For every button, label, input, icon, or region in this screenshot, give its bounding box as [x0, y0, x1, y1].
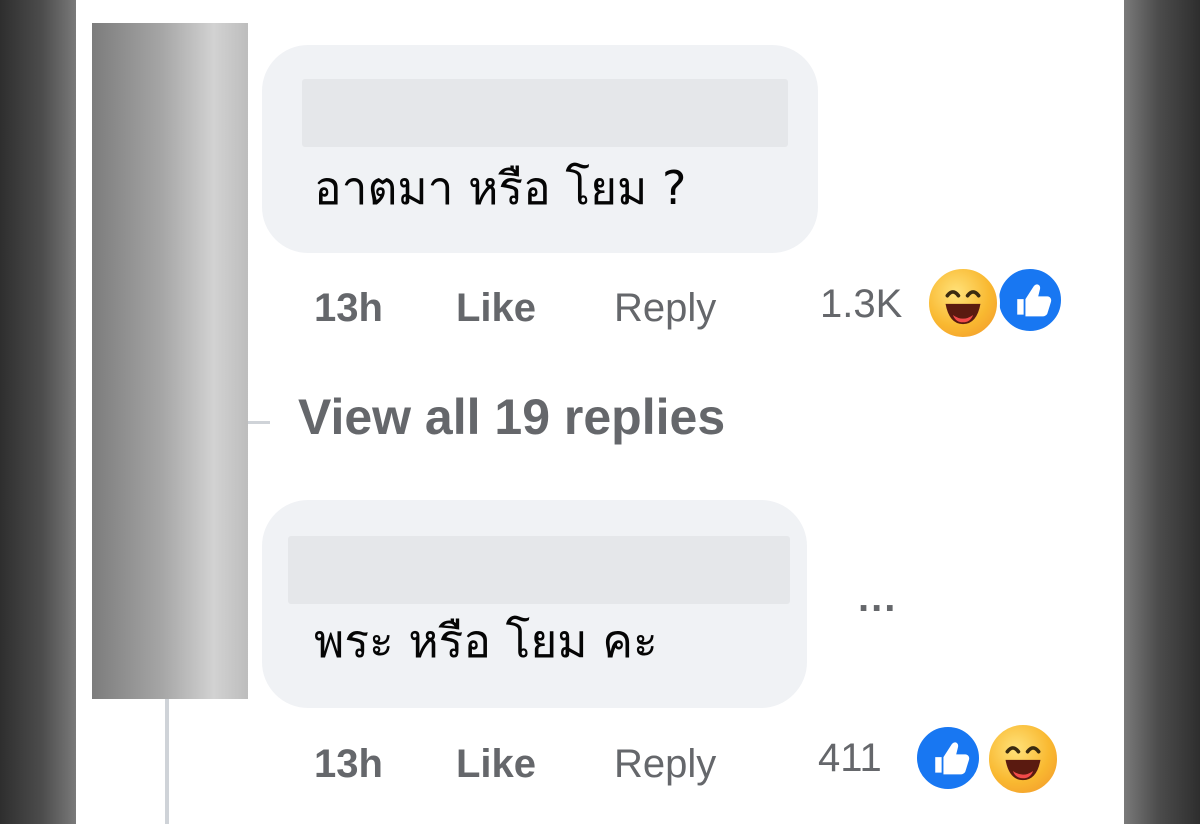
like-button[interactable]: Like: [456, 744, 536, 784]
more-options-button[interactable]: ...: [858, 578, 897, 618]
background-right-edge: [1124, 0, 1200, 824]
commenter-name[interactable]: [302, 79, 788, 147]
comment-text: อาตมา หรือ โยม ?: [314, 161, 687, 215]
like-button[interactable]: Like: [456, 288, 536, 328]
avatar[interactable]: [92, 23, 248, 699]
comment-bubble: อาตมา หรือ โยม ?: [262, 45, 818, 253]
comment-timestamp[interactable]: 13h: [314, 288, 383, 328]
haha-icon: [986, 722, 1060, 796]
reaction-count[interactable]: 411: [818, 738, 882, 778]
like-icon: [914, 724, 982, 792]
thread-connector: [248, 421, 270, 424]
reply-button[interactable]: Reply: [614, 288, 716, 328]
comment-bubble: พระ หรือ โยม คะ: [262, 500, 807, 708]
reply-button[interactable]: Reply: [614, 744, 716, 784]
thread-connector: [165, 699, 169, 824]
comment-timestamp[interactable]: 13h: [314, 744, 383, 784]
haha-icon: [926, 266, 1000, 340]
background-left-edge: [0, 0, 76, 824]
reaction-count[interactable]: 1.3K: [820, 284, 902, 324]
view-replies-link[interactable]: View all 19 replies: [298, 392, 725, 442]
like-icon: [996, 266, 1064, 334]
commenter-name[interactable]: [288, 536, 790, 604]
comment-text: พระ หรือ โยม คะ: [314, 614, 658, 668]
